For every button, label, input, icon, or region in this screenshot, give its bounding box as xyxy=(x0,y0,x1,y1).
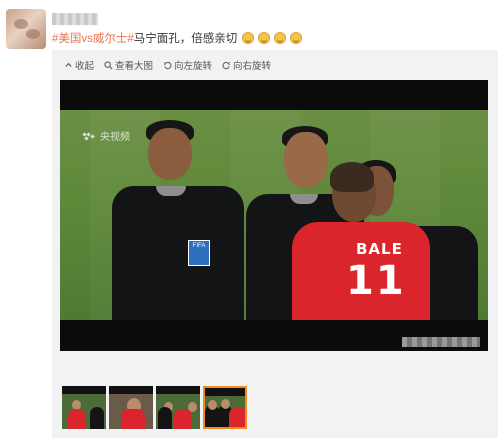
fifa-badge: FIFA xyxy=(188,240,210,266)
thumbnail-4-selected[interactable] xyxy=(203,386,247,429)
rotate-right-icon xyxy=(222,61,231,69)
grin-emoji-icon xyxy=(241,32,254,44)
broadcaster-watermark: 央视频 xyxy=(82,128,130,143)
thumbnail-strip xyxy=(62,386,247,429)
avatar[interactable] xyxy=(6,9,46,49)
username-blurred[interactable] xyxy=(52,13,98,25)
thumbnail-2[interactable] xyxy=(109,386,153,429)
collapse-button[interactable]: 收起 xyxy=(64,58,94,72)
view-large-button[interactable]: 查看大图 xyxy=(104,58,153,72)
grin-emoji-icon xyxy=(273,32,286,44)
collapse-icon xyxy=(65,62,72,67)
cctv-logo-icon xyxy=(82,131,95,141)
jersey-name: BALE xyxy=(356,240,403,258)
grin-emoji-icon xyxy=(290,32,303,44)
view-large-label: 查看大图 xyxy=(115,61,154,72)
rotate-right-button[interactable]: 向右旋转 xyxy=(222,58,271,72)
broadcaster-name: 央视频 xyxy=(100,132,130,143)
thumbnail-1[interactable] xyxy=(62,386,106,429)
post-text: #美国vs威尔士#马宁面孔，倍感亲切 xyxy=(52,31,303,47)
rotate-left-icon xyxy=(163,61,172,69)
main-photo[interactable]: 央视频 FIFA BALE 11 xyxy=(60,80,488,351)
jersey-number: 11 xyxy=(346,258,406,304)
collapse-label: 收起 xyxy=(75,61,95,72)
thumbnail-3[interactable] xyxy=(156,386,200,429)
media-toolbar: 收起 查看大图 向左旋转 向右旋转 xyxy=(64,58,271,72)
media-viewer: 收起 查看大图 向左旋转 向右旋转 央视频 FIFA BALE 11 xyxy=(52,50,498,438)
rotate-left-button[interactable]: 向左旋转 xyxy=(163,58,212,72)
rotate-left-label: 向左旋转 xyxy=(174,61,213,72)
hashtag-link[interactable]: #美国vs威尔士# xyxy=(52,33,134,45)
magnifier-icon xyxy=(104,60,113,70)
post-body: 马宁面孔，倍感亲切 xyxy=(133,33,238,45)
blurred-watermark xyxy=(402,337,480,347)
grin-emoji-icon xyxy=(257,32,270,44)
rotate-right-label: 向右旋转 xyxy=(233,61,272,72)
football-pitch-background: 央视频 FIFA BALE 11 xyxy=(60,110,488,320)
